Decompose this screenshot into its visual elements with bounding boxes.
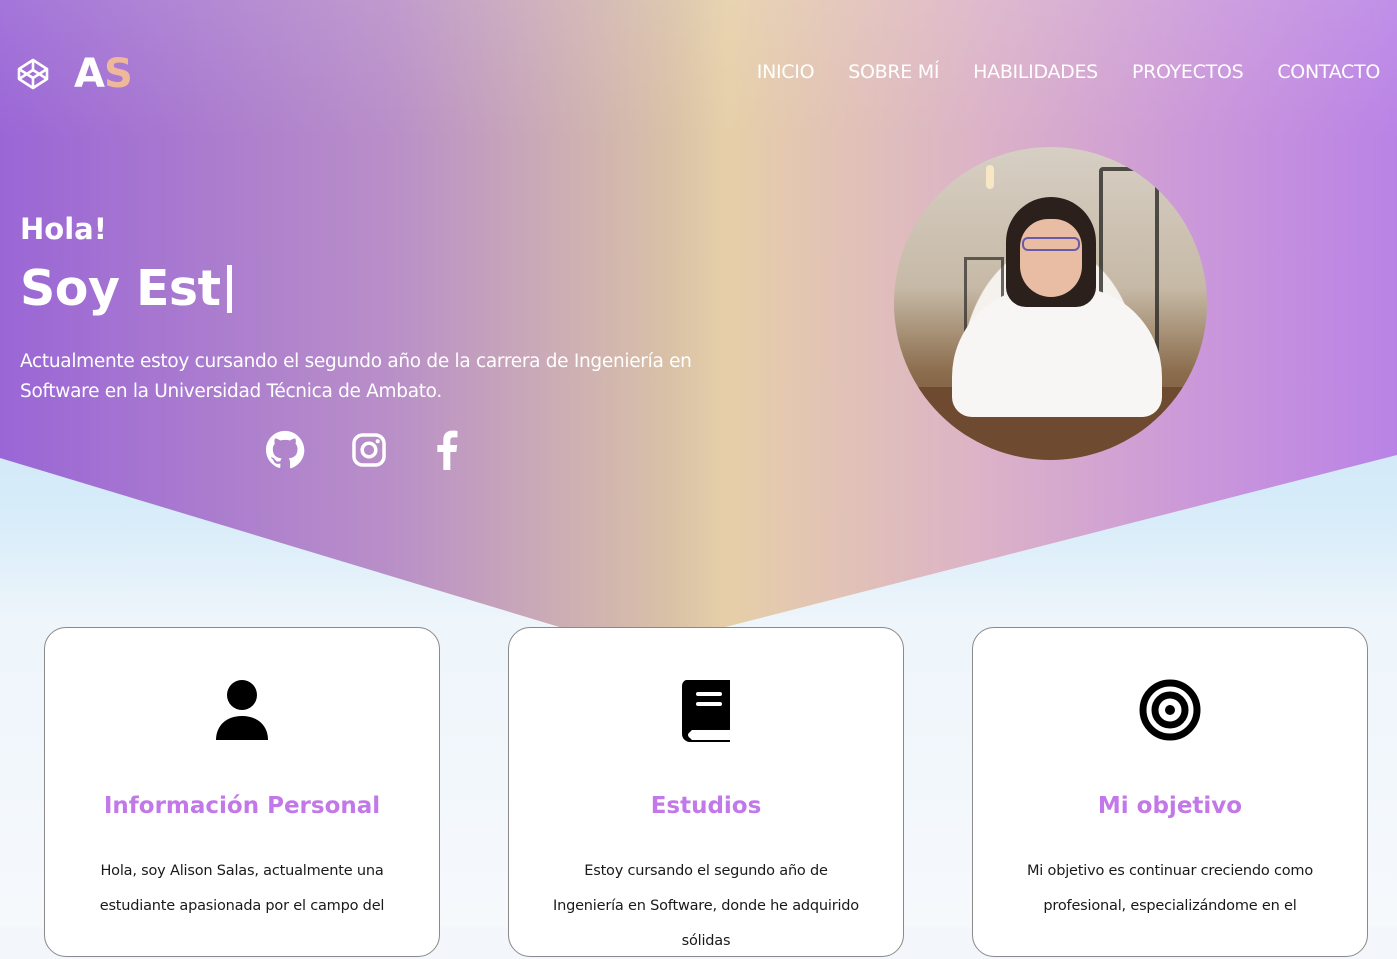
instagram-icon[interactable]: [350, 430, 388, 470]
nav-link-sobre-mi[interactable]: SOBRE MÍ: [848, 60, 939, 84]
hero-greeting: Hola!: [20, 212, 107, 246]
profile-photo: [894, 147, 1207, 460]
card-title: Mi objetivo: [1097, 793, 1243, 819]
codepen-icon[interactable]: [16, 57, 50, 91]
card-objective: Mi objetivo Mi objetivo es continuar cre…: [972, 627, 1368, 957]
hero-typed-heading: Soy Est: [20, 260, 232, 317]
target-icon: [1139, 679, 1201, 741]
main-nav: INICIO SOBRE MÍ HABILIDADES PROYECTOS CO…: [757, 60, 1381, 84]
user-icon: [216, 680, 268, 740]
typed-text: Soy Est: [20, 260, 221, 317]
photo-face: [1020, 219, 1082, 297]
nav-link-habilidades[interactable]: HABILIDADES: [973, 60, 1098, 84]
hero-intro: Actualmente estoy cursando el segundo añ…: [20, 351, 692, 402]
card-personal-info: Información Personal Hola, soy Alison Sa…: [44, 627, 440, 957]
typing-cursor: [226, 265, 232, 313]
brand-letter-a: A: [74, 51, 105, 97]
photo-glasses: [1022, 237, 1080, 251]
brand-letter-s: S: [103, 51, 133, 97]
nav-link-proyectos[interactable]: PROYECTOS: [1132, 60, 1244, 84]
nav-link-contacto[interactable]: CONTACTO: [1277, 60, 1380, 84]
card-title: Estudios: [650, 793, 762, 819]
card-text: Estoy cursando el segundo año de Ingenie…: [553, 863, 859, 949]
book-icon: [681, 680, 730, 742]
card-title: Información Personal: [103, 793, 381, 819]
card-studies: Estudios Estoy cursando el segundo año d…: [508, 627, 904, 957]
card-text: Hola, soy Alison Salas, actualmente una …: [99, 863, 385, 914]
photo-lamp: [986, 165, 994, 189]
nav-link-inicio[interactable]: INICIO: [757, 60, 815, 84]
brand-logo[interactable]: AS: [74, 50, 133, 98]
facebook-icon[interactable]: [433, 430, 461, 470]
card-text: Mi objetivo es continuar creciendo como …: [1027, 863, 1313, 914]
github-icon[interactable]: [265, 430, 305, 470]
